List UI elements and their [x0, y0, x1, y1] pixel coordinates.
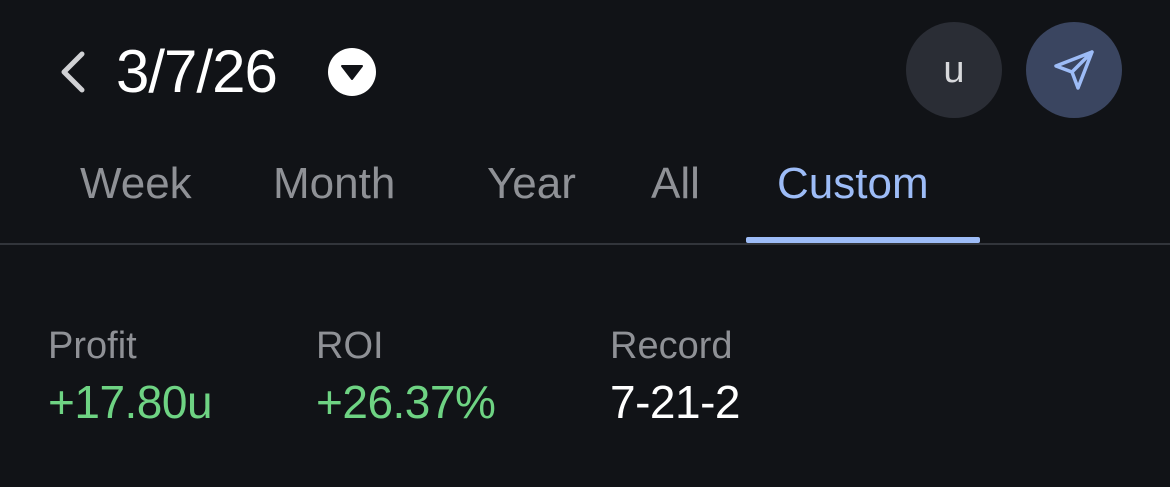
tab-week[interactable]: Week [80, 154, 192, 214]
share-button[interactable] [1026, 22, 1122, 118]
record-value: 7-21-2 [610, 376, 740, 428]
bet-history-screen: 3/7/26 u Week Month Year All Custom Prof… [0, 0, 1170, 487]
roi-stat: ROI +26.37% [316, 322, 496, 432]
tabs-divider [0, 243, 1170, 245]
tab-month[interactable]: Month [273, 154, 395, 214]
date-dropdown-button[interactable] [328, 48, 376, 96]
profit-value: +17.80u [48, 376, 213, 428]
record-stat: Record 7-21-2 [610, 322, 740, 432]
profit-stat: Profit +17.80u [48, 322, 213, 432]
back-button[interactable] [44, 40, 100, 104]
roi-value: +26.37% [316, 376, 496, 428]
caret-down-icon [341, 65, 363, 80]
tab-all[interactable]: All [651, 154, 700, 214]
date-title[interactable]: 3/7/26 [116, 36, 278, 108]
roi-label: ROI [316, 325, 384, 367]
record-label: Record [610, 325, 733, 367]
profit-label: Profit [48, 325, 137, 367]
chevron-left-icon [61, 51, 85, 93]
send-icon [1054, 50, 1094, 90]
tab-custom[interactable]: Custom [777, 154, 929, 214]
tab-year[interactable]: Year [487, 154, 576, 214]
period-tabs: Week Month Year All Custom [0, 140, 1170, 244]
unit-toggle-button[interactable]: u [906, 22, 1002, 118]
